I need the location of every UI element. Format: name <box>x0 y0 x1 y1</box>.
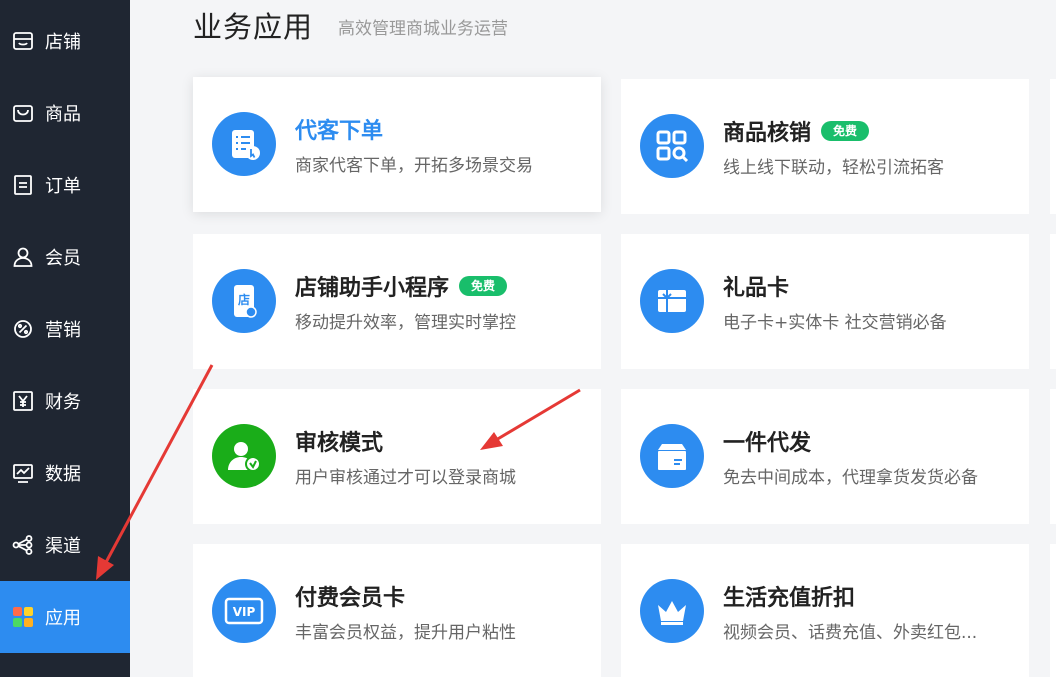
order-doc-icon <box>11 173 35 197</box>
qr-scan-icon <box>640 114 704 178</box>
vip-card-icon: VIP <box>212 579 276 643</box>
app-card-store-assistant[interactable]: 店 店铺助手小程序 免费 移动提升效率，管理实时掌控 <box>193 234 601 369</box>
sidebar-item-channels[interactable]: 渠道 <box>0 509 130 581</box>
app-desc: 丰富会员权益，提升用户粘性 <box>295 623 516 643</box>
sidebar-item-members[interactable]: 会员 <box>0 221 130 293</box>
sidebar-item-label: 会员 <box>45 248 81 269</box>
app-card-partial <box>1050 234 1056 369</box>
app-card-partial <box>1050 544 1056 677</box>
app-desc: 用户审核通过才可以登录商城 <box>295 468 516 488</box>
app-title: 生活充值折扣 <box>723 586 856 611</box>
app-title: 付费会员卡 <box>295 586 406 611</box>
app-card-partial <box>1050 79 1056 214</box>
svg-text:店: 店 <box>238 292 250 307</box>
free-badge: 免费 <box>459 276 508 296</box>
app-card-life-recharge[interactable]: 生活充值折扣 视频会员、话费充值、外卖红包... <box>621 544 1029 677</box>
crown-icon <box>640 579 704 643</box>
order-list-icon <box>212 112 276 176</box>
sidebar-item-goods[interactable]: 商品 <box>0 77 130 149</box>
app-desc: 商家代客下单，开拓多场景交易 <box>295 156 533 176</box>
apps-grid-icon <box>11 605 35 629</box>
sidebar-item-label: 数据 <box>45 464 81 485</box>
app-card-review-mode[interactable]: 审核模式 用户审核通过才可以登录商城 <box>193 389 601 524</box>
app-desc: 移动提升效率，管理实时掌控 <box>295 313 516 333</box>
app-title: 店铺助手小程序 <box>295 276 450 301</box>
sidebar-item-label: 商品 <box>45 104 81 125</box>
main-content: 业务应用 高效管理商城业务运营 代客下单 商家代客下单，开拓多场景交易 商品核销… <box>130 0 1056 677</box>
app-desc: 免去中间成本，代理拿货发货必备 <box>723 468 978 488</box>
app-title: 一件代发 <box>723 431 812 456</box>
sidebar-item-label: 店铺 <box>45 32 81 53</box>
sidebar: 店铺 商品 订单 会员 营销 财务 数据 渠道 应用 <box>0 0 130 677</box>
sidebar-item-label: 订单 <box>45 176 81 197</box>
app-title: 商品核销 <box>723 121 812 146</box>
app-card-partial <box>1050 389 1056 524</box>
app-desc: 电子卡+实体卡 社交营销必备 <box>723 313 947 333</box>
yen-icon <box>11 389 35 413</box>
page-subtitle: 高效管理商城业务运营 <box>338 19 508 39</box>
svg-text:VIP: VIP <box>233 605 256 619</box>
sidebar-item-label: 渠道 <box>45 536 81 557</box>
app-title: 礼品卡 <box>723 276 790 301</box>
app-desc: 视频会员、话费充值、外卖红包... <box>723 623 978 643</box>
user-icon <box>11 245 35 269</box>
sidebar-item-finance[interactable]: 财务 <box>0 365 130 437</box>
chart-monitor-icon <box>11 461 35 485</box>
shopping-bag-icon <box>11 101 35 125</box>
discount-gear-icon <box>11 317 35 341</box>
sidebar-item-marketing[interactable]: 营销 <box>0 293 130 365</box>
sidebar-item-label: 营销 <box>45 320 81 341</box>
sidebar-item-apps[interactable]: 应用 <box>0 581 130 653</box>
share-nodes-icon <box>11 533 35 557</box>
app-card-dropshipping[interactable]: 一件代发 免去中间成本，代理拿货发货必备 <box>621 389 1029 524</box>
sidebar-item-store[interactable]: 店铺 <box>0 5 130 77</box>
user-verify-icon <box>212 424 276 488</box>
store-icon <box>11 29 35 53</box>
mobile-shop-icon: 店 <box>212 269 276 333</box>
gift-card-icon <box>640 269 704 333</box>
page-title: 业务应用 <box>193 10 314 44</box>
sidebar-item-label: 应用 <box>45 608 81 629</box>
app-title: 审核模式 <box>295 431 384 456</box>
app-card-paid-membership[interactable]: VIP 付费会员卡 丰富会员权益，提升用户粘性 <box>193 544 601 677</box>
app-card-proxy-order[interactable]: 代客下单 商家代客下单，开拓多场景交易 <box>193 77 601 212</box>
sidebar-item-data[interactable]: 数据 <box>0 437 130 509</box>
free-badge: 免费 <box>821 121 870 141</box>
app-card-verification[interactable]: 商品核销 免费 线上线下联动，轻松引流拓客 <box>621 79 1029 214</box>
app-title: 代客下单 <box>295 119 384 144</box>
app-desc: 线上线下联动，轻松引流拓客 <box>723 158 944 178</box>
sidebar-item-label: 财务 <box>45 392 81 413</box>
sidebar-item-orders[interactable]: 订单 <box>0 149 130 221</box>
app-card-gift-card[interactable]: 礼品卡 电子卡+实体卡 社交营销必备 <box>621 234 1029 369</box>
package-box-icon <box>640 424 704 488</box>
